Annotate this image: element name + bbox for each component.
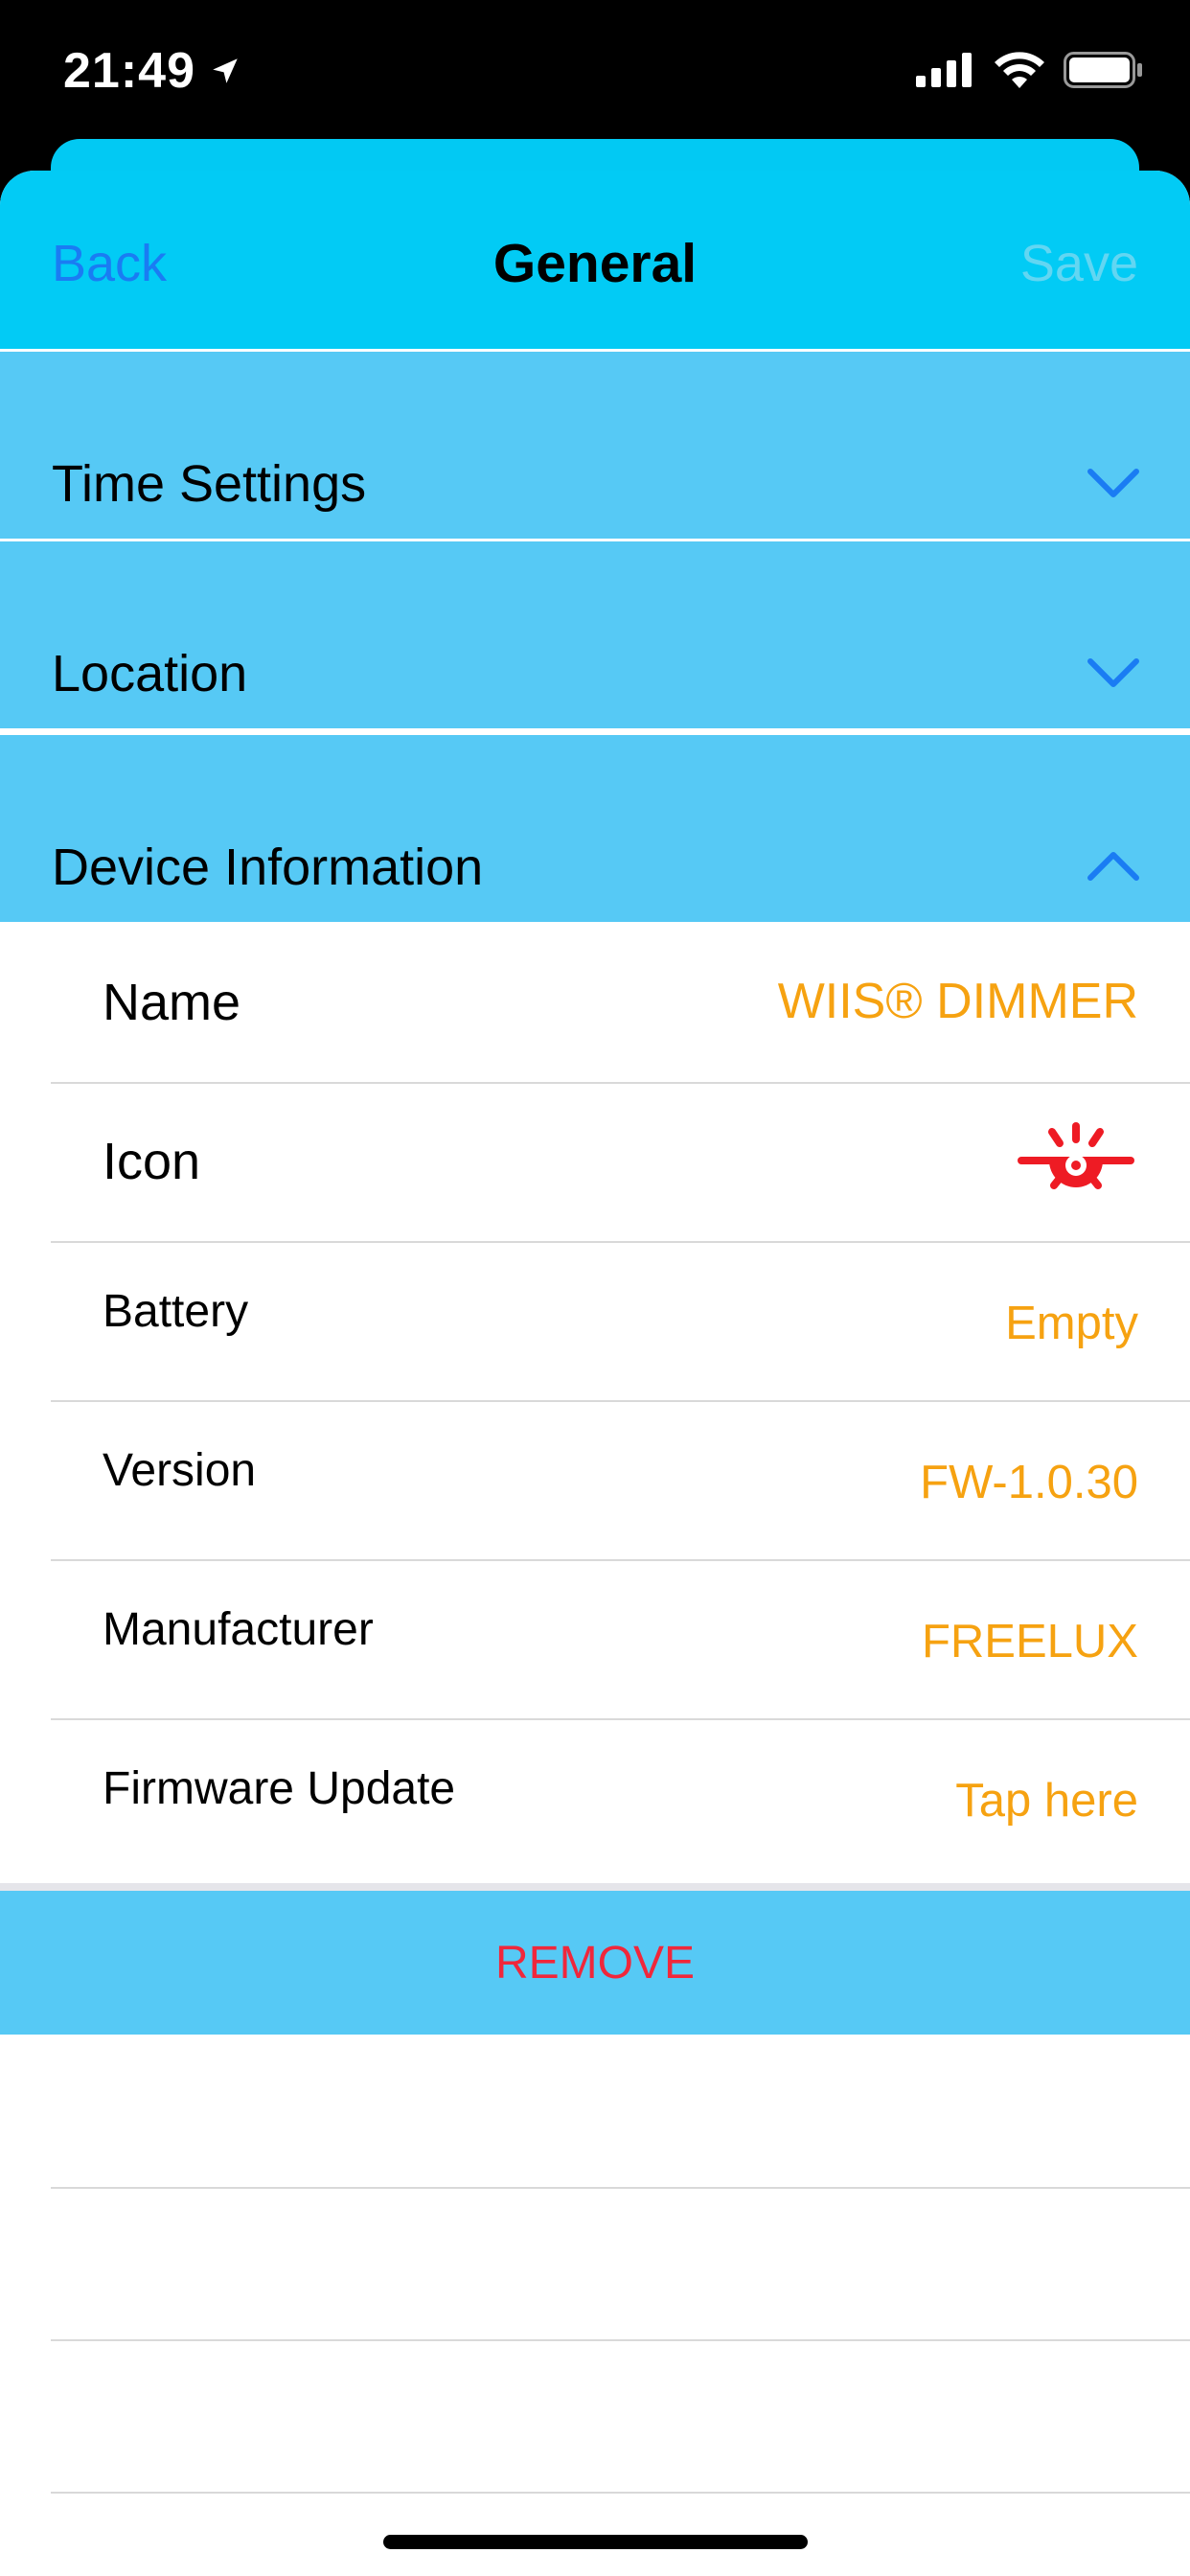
chevron-down-icon [1087,658,1139,687]
row-label: Battery [103,1286,249,1337]
divider [51,2339,1190,2341]
remove-bar: REMOVE [0,1883,1190,2035]
section-label: Time Settings [52,455,367,513]
row-label: Manufacturer [103,1604,374,1655]
page-title: General [492,233,698,294]
row-manufacturer[interactable]: Manufacturer FREELUX [0,1561,1190,1720]
status-bar: 21:49 [0,0,1190,144]
version-value: FW-1.0.30 [920,1457,1138,1508]
section-time-settings[interactable]: Time Settings [0,349,1190,539]
row-name[interactable]: Name WIIS® DIMMER [0,925,1190,1084]
wifi-icon [995,52,1044,88]
row-label: Name [103,974,241,1031]
chevron-up-icon [1087,852,1139,881]
section-label: Location [52,645,248,702]
row-icon[interactable]: Icon [0,1084,1190,1243]
row-label: Icon [103,1133,201,1190]
chevron-down-icon [1087,469,1139,497]
manufacturer-value: FREELUX [921,1616,1138,1668]
status-time: 21:49 [63,42,241,100]
row-label: Version [103,1445,257,1496]
section-label: Device Information [52,839,484,896]
row-version[interactable]: Version FW-1.0.30 [0,1402,1190,1561]
save-button[interactable]: Save [1020,234,1138,293]
battery-value: Empty [1005,1298,1138,1349]
nav-bar: Back General Save [0,171,1190,349]
battery-icon [1064,52,1142,88]
row-firmware-update[interactable]: Firmware Update Tap here [0,1720,1190,1879]
firmware-update-link[interactable]: Tap here [955,1774,1138,1828]
remove-button[interactable]: REMOVE [0,1891,1190,2035]
section-location[interactable]: Location [0,539,1190,728]
general-sheet: Back General Save Time Settings Location… [0,171,1190,2576]
light-bulb-burst-icon [1018,1122,1134,1189]
row-battery[interactable]: Battery Empty [0,1243,1190,1402]
device-name-value: WIIS® DIMMER [777,974,1138,1029]
location-arrow-icon [213,58,238,83]
home-indicator[interactable] [383,2535,808,2549]
status-time-text: 21:49 [63,43,195,99]
cellular-signal-icon [916,53,972,87]
status-indicators [916,52,1144,88]
divider [51,2492,1190,2494]
row-label: Firmware Update [103,1763,456,1814]
section-device-information[interactable]: Device Information [0,732,1190,922]
divider [51,2187,1190,2189]
